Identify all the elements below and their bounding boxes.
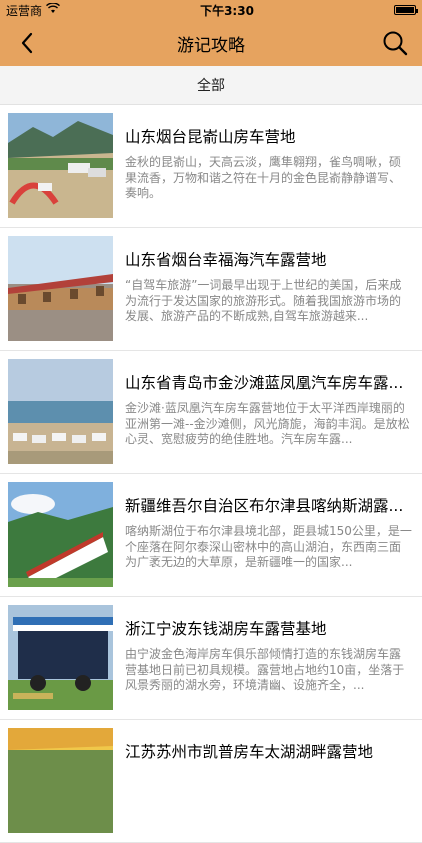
chevron-left-icon [21,32,33,54]
search-icon [383,31,408,56]
article-summary: “自驾车旅游”一词最早出现于上世纪的美国，后来成为流行于发达国家的旅游形式。随着… [125,278,402,323]
article-title: 江苏苏州市凯普房车太湖湖畔露营地 [125,743,374,761]
battery-icon [394,5,418,15]
list-item[interactable]: 浙江宁波东钱湖房车露营基地 由宁波金色海岸房车俱乐部倾情打造的东钱湖房车露营基地… [0,597,422,720]
article-thumbnail [8,236,113,341]
article-thumbnail [8,605,113,710]
list-item[interactable]: 山东省烟台幸福海汽车露营地 “自驾车旅游”一词最早出现于上世纪的美国，后来成为流… [0,228,422,351]
page-title: 游记攻略 [177,35,245,56]
article-thumbnail [8,728,113,833]
article-list: 山东烟台昆嵛山房车营地 金秋的昆嵛山，天高云淡，鹰隼翱翔，雀鸟啁啾，硕果流香，万… [0,105,422,843]
status-time: 下午3:30 [200,3,254,18]
article-title: 浙江宁波东钱湖房车露营基地 [125,620,327,638]
article-thumbnail [8,359,113,464]
list-item[interactable]: 山东省青岛市金沙滩蓝凤凰汽车房车露... 金沙滩·蓝凤凰汽车房车露营地位于太平洋… [0,351,422,474]
article-title: 山东烟台昆嵛山房车营地 [125,128,296,146]
status-bar: 运营商 下午3:30 [0,0,422,20]
article-thumbnail [8,482,113,587]
list-item[interactable]: 新疆维吾尔自治区布尔津县喀纳斯湖露... 喀纳斯湖位于布尔津县境北部，距县城15… [0,474,422,597]
article-thumbnail [8,113,113,218]
back-button[interactable] [12,28,42,58]
category-filter[interactable]: 全部 [0,66,422,105]
article-title: 新疆维吾尔自治区布尔津县喀纳斯湖露... [125,497,404,515]
list-item[interactable]: 山东烟台昆嵛山房车营地 金秋的昆嵛山，天高云淡，鹰隼翱翔，雀鸟啁啾，硕果流香，万… [0,105,422,228]
article-summary: 金秋的昆嵛山，天高云淡，鹰隼翱翔，雀鸟啁啾，硕果流香，万物和谐之符在十月的金色昆… [125,155,402,200]
article-title: 山东省烟台幸福海汽车露营地 [125,251,327,269]
article-title: 山东省青岛市金沙滩蓝凤凰汽车房车露... [125,374,404,392]
article-summary: 喀纳斯湖位于布尔津县境北部，距县城150公里，是一个座落在阿尔泰深山密林中的高山… [125,524,412,569]
nav-bar: 游记攻略 [0,20,422,66]
filter-label: 全部 [197,78,225,94]
search-button[interactable] [380,28,410,58]
article-summary: 由宁波金色海岸房车俱乐部倾情打造的东钱湖房车露营基地日前已初具规模。露营地占地约… [125,647,405,692]
list-item[interactable]: 江苏苏州市凯普房车太湖湖畔露营地 [0,720,422,843]
wifi-icon [46,2,60,17]
carrier-label: 运营商 [6,3,43,18]
article-summary: 金沙滩·蓝凤凰汽车房车露营地位于太平洋西岸瑰丽的亚洲第一滩--金沙滩侧，风光旖旎… [125,401,410,446]
